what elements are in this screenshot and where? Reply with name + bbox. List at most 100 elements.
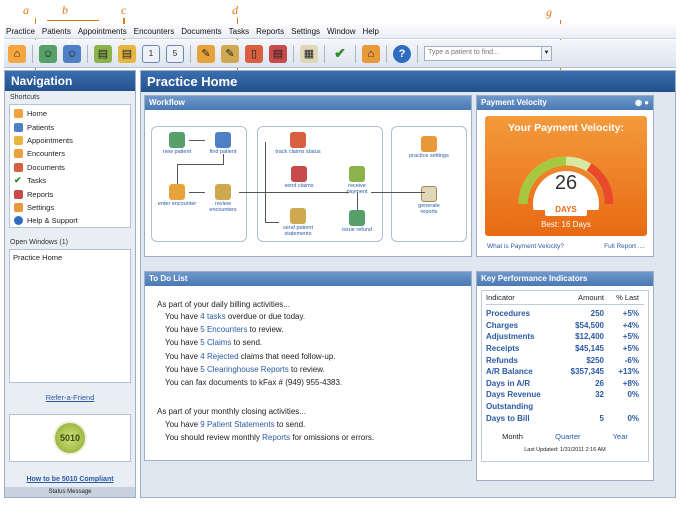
open-window-item[interactable]: Practice Home	[13, 253, 127, 262]
wf-enter-encounter[interactable]: enter encounter	[157, 184, 197, 207]
kpi-row[interactable]: Adjustments $12,400 +5%	[486, 331, 644, 343]
wf-find-patient[interactable]: find patient	[203, 132, 243, 155]
menu-help[interactable]: Help	[363, 27, 379, 36]
wf-practice-settings[interactable]: practice settings	[409, 136, 449, 159]
encounter-icon[interactable]: ✎	[197, 44, 215, 63]
menu-settings[interactable]: Settings	[291, 27, 320, 36]
tab-year[interactable]: Year	[613, 432, 628, 441]
nav-item-help-support[interactable]: Help & Support	[10, 214, 130, 227]
nav-item-reports[interactable]: Reports	[10, 187, 130, 200]
main-panel: Practice Home Workflow new patient find …	[140, 70, 676, 498]
todo-item: You can fax documents to kFax # (949) 95…	[165, 378, 342, 387]
kpi-row[interactable]: Outstanding	[486, 401, 644, 413]
menu-reports[interactable]: Reports	[256, 27, 284, 36]
panel-options-icon[interactable]: ◉ ●	[635, 98, 649, 108]
settings-icon	[14, 202, 23, 212]
menu-tasks[interactable]: Tasks	[229, 27, 249, 36]
wf-label: review encounters	[209, 201, 237, 213]
encounter-icon	[169, 184, 185, 200]
nav-item-settings[interactable]: Settings	[10, 201, 130, 214]
kpi-row[interactable]: Days to Bill 5 0%	[486, 412, 644, 424]
kpi-row[interactable]: A/R Balance $357,345 +13%	[486, 366, 644, 378]
kpi-last-updated: Last Updated: 1/31/2011 2:16 AM	[524, 446, 606, 453]
wf-review-encounters[interactable]: review encounters	[203, 184, 243, 213]
wf-new-patient[interactable]: new patient	[157, 132, 197, 155]
nav-item-encounters[interactable]: Encounters	[10, 147, 130, 160]
home-icon[interactable]: ⌂	[8, 44, 26, 63]
annotation-g: g	[546, 5, 552, 19]
review-encounter-icon[interactable]: ✎	[221, 44, 239, 63]
new-patient-icon[interactable]: ☺	[39, 44, 57, 63]
nav-item-documents[interactable]: Documents	[10, 161, 130, 174]
statement-icon[interactable]: ▤	[269, 44, 287, 63]
patient-search-input[interactable]: Type a patient to find...	[424, 46, 542, 61]
todo-link[interactable]: 5 Claims	[200, 338, 231, 347]
menu-encounters[interactable]: Encounters	[134, 27, 174, 36]
kpi-cell: 250	[590, 309, 604, 319]
what-is-velocity-link[interactable]: What is Payment Velocity?	[487, 243, 564, 250]
report-icon[interactable]: ▦	[300, 44, 318, 63]
appointment-icon[interactable]: ▤	[94, 44, 112, 63]
nav-item-patients[interactable]: Patients	[10, 120, 130, 133]
payment-icon	[349, 166, 365, 182]
kpi-row[interactable]: Charges $54,500 +4%	[486, 320, 644, 332]
todo-link[interactable]: 5 Clearinghouse Reports	[200, 365, 289, 374]
settings-icon[interactable]: ⌂	[362, 44, 380, 63]
full-report-link[interactable]: Full Report ....	[604, 243, 645, 250]
chevron-down-icon[interactable]: ▼	[542, 46, 552, 61]
calendar-day-icon[interactable]: 1	[142, 44, 160, 63]
todo-text: to review.	[247, 325, 284, 335]
find-patient-icon[interactable]: ☺	[63, 44, 81, 63]
nav-item-home[interactable]: Home	[10, 107, 130, 120]
calendar-icon	[14, 135, 23, 145]
todo-text: You should review monthly	[165, 433, 263, 443]
menu-documents[interactable]: Documents	[181, 27, 221, 36]
report-icon	[421, 186, 437, 202]
todo-item: You have 5 Encounters to review.	[165, 325, 283, 334]
kpi-row[interactable]: Days in A/R 26 +8%	[486, 378, 644, 390]
kpi-cell: Days in A/R	[486, 378, 531, 388]
open-windows-label: Open Windows (1)	[10, 239, 68, 246]
schedule-icon[interactable]: ▤	[118, 44, 136, 63]
todo-link[interactable]: 4 tasks	[200, 312, 225, 321]
wf-send-claims[interactable]: send claims	[279, 166, 319, 189]
menu-patients[interactable]: Patients	[42, 27, 71, 36]
toolbar-separator	[293, 44, 294, 63]
velocity-value: 26	[554, 172, 578, 194]
nav-item-tasks[interactable]: ✔ Tasks	[10, 174, 130, 187]
wf-issue-refund[interactable]: issue refund	[337, 210, 377, 233]
todo-link[interactable]: 4 Rejected	[200, 352, 238, 361]
kpi-row[interactable]: Receipts $45,145 +5%	[486, 343, 644, 355]
wf-receive-payment[interactable]: receive payment	[337, 166, 377, 195]
todo-link[interactable]: 5 Encounters	[200, 325, 247, 334]
tab-month[interactable]: Month	[502, 432, 523, 441]
todo-link[interactable]: Reports	[262, 433, 290, 442]
5010-compliant-link[interactable]: How to be 5010 Compliant	[5, 476, 135, 483]
calendar-week-icon[interactable]: 5	[166, 44, 184, 63]
payment-velocity-header: Payment Velocity ◉ ●	[477, 96, 653, 110]
todo-item: You have 5 Claims to send.	[165, 338, 262, 347]
kpi-cell: $54,500	[575, 320, 604, 330]
todo-item: You have 4 Rejected claims that need fol…	[165, 352, 335, 361]
kpi-cell: +13%	[618, 367, 639, 377]
kpi-row[interactable]: Refunds $250 -6%	[486, 354, 644, 366]
wf-send-statements[interactable]: send patient statements	[273, 208, 323, 237]
kpi-row[interactable]: Procedures 250 +5%	[486, 308, 644, 320]
tasks-check-icon[interactable]: ✔	[331, 45, 349, 63]
refer-a-friend-link[interactable]: Refer-a-Friend	[5, 393, 135, 402]
kpi-cell: Adjustments	[486, 332, 535, 342]
help-icon[interactable]: ?	[393, 44, 411, 63]
document-icon[interactable]: ▯	[245, 44, 263, 63]
nav-item-appointments[interactable]: Appointments	[10, 134, 130, 147]
wf-generate-reports[interactable]: generate reports	[409, 186, 449, 215]
kpi-row[interactable]: Days Revenue 32 0%	[486, 389, 644, 401]
todo-link[interactable]: 9 Patient Statements	[200, 420, 274, 429]
tab-quarter[interactable]: Quarter	[555, 432, 580, 441]
menu-practice[interactable]: Practice	[6, 27, 35, 36]
velocity-best: Best: 16 Days	[541, 220, 591, 229]
kpi-cell: A/R Balance	[486, 367, 533, 377]
menu-window[interactable]: Window	[327, 27, 355, 36]
wf-track-claims[interactable]: track claims status	[273, 132, 323, 155]
wf-label: generate reports	[418, 203, 440, 215]
menu-appointments[interactable]: Appointments	[78, 27, 127, 36]
